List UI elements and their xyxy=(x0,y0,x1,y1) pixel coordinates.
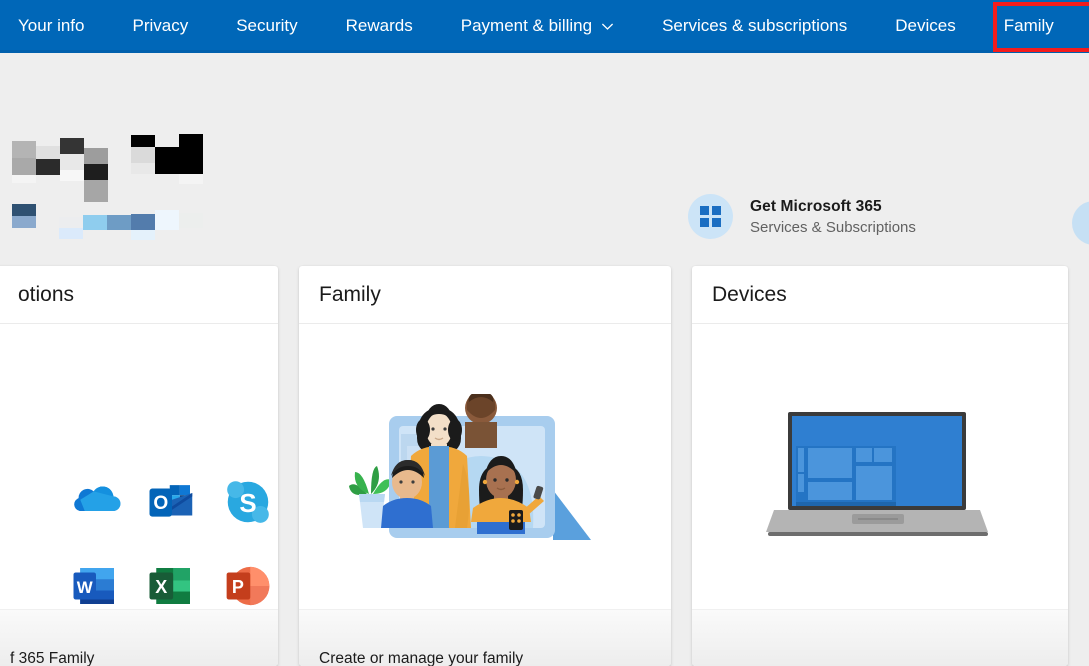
card-body xyxy=(299,324,671,609)
nav-item-label: Payment & billing xyxy=(460,15,593,35)
laptop-illustration xyxy=(766,410,992,549)
card-title: otions xyxy=(18,282,75,306)
nav-item-label: Your info xyxy=(18,15,85,35)
nav-item-your-info[interactable]: Your info xyxy=(18,17,84,34)
primary-navigation: Your info Privacy Security Rewards Payme… xyxy=(0,0,1089,53)
card-footer-text: Create or manage your family xyxy=(319,650,524,666)
card-footer: f 365 Family xyxy=(0,609,278,666)
get-microsoft-365-text: Get Microsoft 365 Services & Subscriptio… xyxy=(750,198,916,236)
nav-item-label: Security xyxy=(236,15,298,35)
windows-logo-icon xyxy=(688,194,733,239)
nav-item-label: Services & subscriptions xyxy=(662,15,848,35)
nav-item-rewards[interactable]: Rewards xyxy=(346,17,413,34)
redacted-user-identity xyxy=(0,53,260,253)
onedrive-icon[interactable] xyxy=(58,464,134,540)
svg-text:O: O xyxy=(153,493,168,514)
promo-subtitle: Services & Subscriptions xyxy=(750,218,916,236)
nav-item-label: Rewards xyxy=(345,15,413,35)
nav-item-label: Privacy xyxy=(132,15,189,35)
card-header: otions xyxy=(0,266,278,324)
nav-item-label: Devices xyxy=(895,15,956,35)
nav-item-payment-and-billing[interactable]: Payment & billing xyxy=(461,17,614,34)
svg-text:P: P xyxy=(232,577,244,597)
nav-item-services-and-subscriptions[interactable]: Services & subscriptions xyxy=(662,17,847,34)
account-header-strip: Get Microsoft 365 Services & Subscriptio… xyxy=(0,53,1089,253)
partial-offscreen-icon[interactable] xyxy=(1072,201,1089,245)
card-footer-text: f 365 Family xyxy=(10,650,95,666)
chevron-down-icon xyxy=(601,20,614,33)
svg-text:S: S xyxy=(239,490,256,518)
family-on-laptop-illustration xyxy=(321,392,621,589)
skype-icon[interactable]: S xyxy=(210,464,278,540)
nav-item-security[interactable]: Security xyxy=(236,17,297,34)
card-header: Devices xyxy=(692,266,1068,324)
outlook-icon[interactable]: O xyxy=(134,464,210,540)
nav-item-family[interactable]: Family xyxy=(1004,17,1054,34)
card-footer: Create or manage your family xyxy=(299,609,671,666)
card-footer xyxy=(692,609,1068,666)
promo-title: Get Microsoft 365 xyxy=(750,197,882,215)
office-apps-icons: O S W X P xyxy=(58,464,278,624)
card-title: Devices xyxy=(712,282,787,306)
card-body xyxy=(692,324,1068,609)
card-family[interactable]: Family Create or manage your family xyxy=(299,266,671,666)
card-body: O S W X P xyxy=(0,324,278,609)
nav-item-devices[interactable]: Devices xyxy=(895,17,955,34)
nav-item-label: Family xyxy=(1003,15,1054,35)
card-header: Family xyxy=(299,266,671,324)
nav-item-privacy[interactable]: Privacy xyxy=(132,17,188,34)
get-microsoft-365-link[interactable]: Get Microsoft 365 Services & Subscriptio… xyxy=(688,194,916,239)
card-services-and-subscriptions[interactable]: otions O S W X P f 365 Family xyxy=(0,266,278,666)
svg-text:X: X xyxy=(155,577,167,597)
card-devices[interactable]: Devices xyxy=(692,266,1068,666)
svg-text:W: W xyxy=(77,578,93,597)
card-title: Family xyxy=(319,282,381,306)
